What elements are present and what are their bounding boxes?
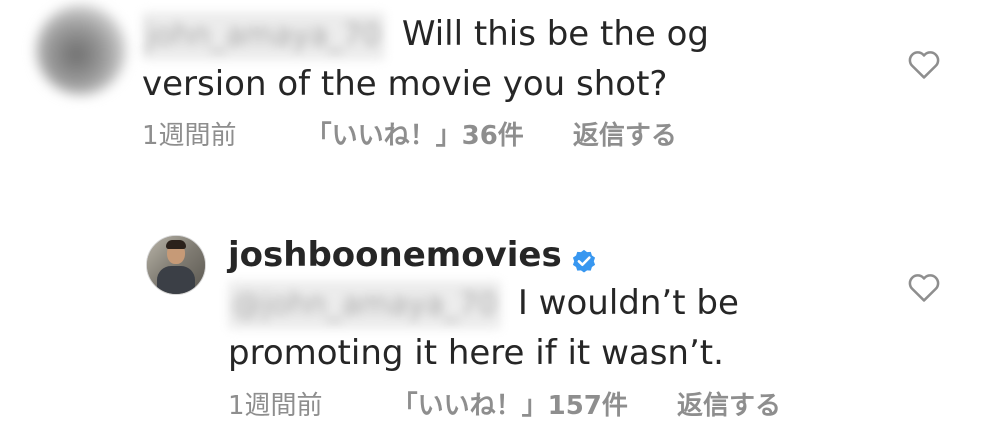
comment-body: joshboonemovies @john_amaya_70 I wouldn’… <box>228 231 848 377</box>
comment: john_amaya_70 Will this be the og versio… <box>0 0 1000 190</box>
reply-button[interactable]: 返信する <box>573 121 677 151</box>
timestamp: 1週間前 <box>142 121 237 151</box>
verified-badge-icon <box>570 240 598 273</box>
avatar[interactable] <box>146 235 206 295</box>
timestamp: 1週間前 <box>228 391 323 421</box>
likes-count[interactable]: 「いいね！」157件 <box>392 391 628 421</box>
username[interactable]: joshboonemovies <box>228 231 562 279</box>
comment-meta: 1週間前 「いいね！」157件 返信する <box>228 385 781 422</box>
likes-count[interactable]: 「いいね！」36件 <box>306 121 524 151</box>
comment-meta: 1週間前 「いいね！」36件 返信する <box>142 115 677 152</box>
heart-icon[interactable] <box>905 268 943 306</box>
mention[interactable]: @john_amaya_70 <box>228 281 502 329</box>
reply-comment: joshboonemovies @john_amaya_70 I wouldn’… <box>0 215 1000 430</box>
avatar[interactable] <box>36 5 126 95</box>
username[interactable]: john_amaya_70 <box>142 12 386 60</box>
reply-button[interactable]: 返信する <box>677 391 781 421</box>
heart-icon[interactable] <box>905 45 943 83</box>
comment-body: john_amaya_70 Will this be the og versio… <box>142 10 842 108</box>
